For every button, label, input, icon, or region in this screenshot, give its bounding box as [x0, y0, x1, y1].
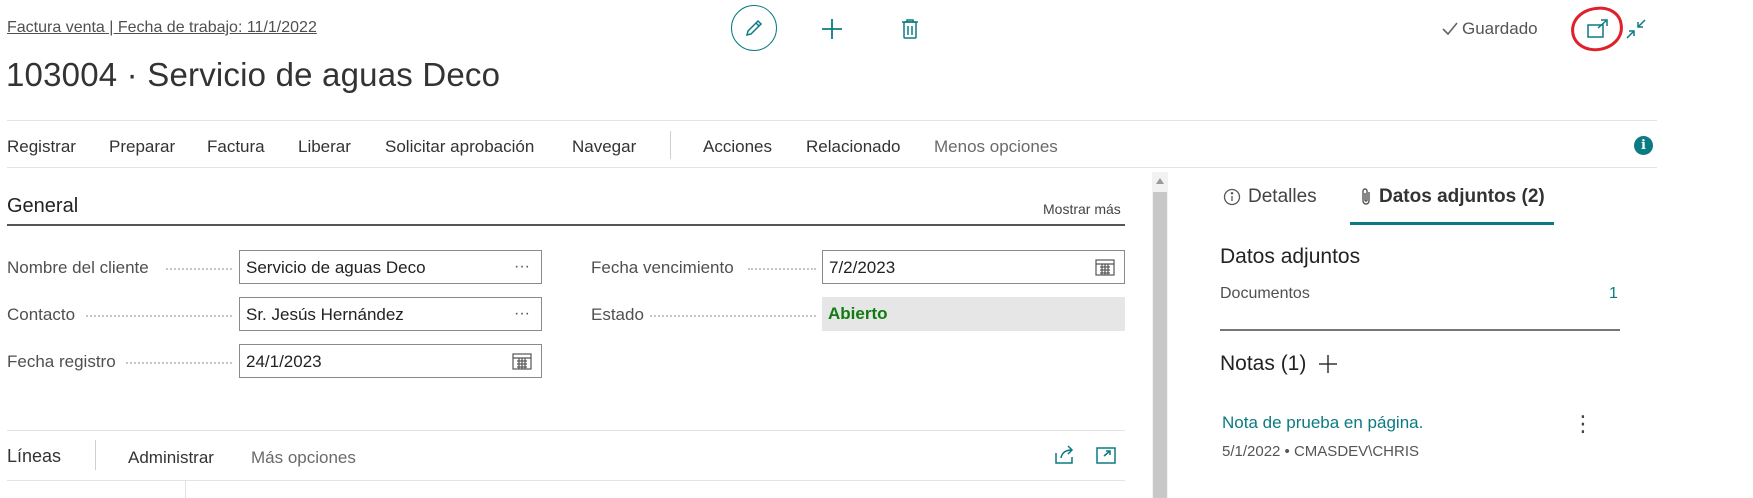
note-meta: 5/1/2022 • CMASDEV\CHRIS: [1222, 443, 1419, 460]
breadcrumb[interactable]: Factura venta | Fecha de trabajo: 11/1/2…: [7, 19, 317, 37]
due-date-field[interactable]: 7/2/2023: [822, 250, 1125, 284]
tab-attachments[interactable]: Datos adjuntos (2): [1360, 186, 1545, 208]
label-leader: [86, 315, 232, 317]
add-note-icon[interactable]: [1318, 354, 1338, 374]
section-divider: [7, 224, 1125, 226]
documents-count[interactable]: 1: [1609, 285, 1618, 303]
annotation-circle: [1568, 3, 1626, 55]
plus-icon: [822, 19, 842, 39]
share-button[interactable]: [1052, 443, 1076, 467]
expand-icon: [1096, 447, 1116, 464]
tab-details[interactable]: Detalles: [1223, 186, 1317, 208]
customer-name-value: Servicio de aguas Deco: [246, 258, 426, 277]
general-section-title[interactable]: General: [7, 195, 78, 218]
status-value: Abierto: [828, 304, 888, 323]
action-solicitar-aprobacion[interactable]: Solicitar aprobación: [385, 137, 534, 157]
calendar-icon[interactable]: [1094, 256, 1116, 278]
collapse-icon: [1626, 19, 1646, 39]
tab-attachments-label: Datos adjuntos (2): [1379, 186, 1545, 207]
action-factura[interactable]: Factura: [207, 137, 265, 157]
saved-status: Guardado: [1442, 19, 1538, 39]
contact-field[interactable]: Sr. Jesús Hernández ···: [239, 297, 542, 331]
new-button[interactable]: [815, 12, 849, 46]
label-leader: [650, 315, 816, 317]
posting-date-value: 24/1/2023: [246, 352, 322, 371]
lines-separator: [95, 440, 96, 470]
share-icon: [1055, 445, 1074, 464]
paperclip-icon: [1362, 188, 1370, 205]
info-icon[interactable]: i: [1634, 136, 1653, 155]
action-separator: [670, 131, 671, 159]
lines-grid-top: [7, 480, 1125, 481]
posting-date-field[interactable]: 24/1/2023: [239, 344, 542, 378]
customer-name-field[interactable]: Servicio de aguas Deco ···: [239, 250, 542, 284]
edit-icon: [745, 19, 763, 37]
lines-grid-column: [185, 481, 186, 498]
lines-section-title[interactable]: Líneas: [7, 446, 61, 467]
active-tab-indicator: [1350, 222, 1554, 225]
lookup-ellipsis-icon[interactable]: ···: [511, 303, 533, 325]
due-date-value: 7/2/2023: [829, 258, 896, 277]
calendar-icon[interactable]: [511, 350, 533, 372]
lookup-ellipsis-icon[interactable]: ···: [511, 256, 533, 278]
status-label: Estado: [591, 305, 644, 324]
saved-label: Guardado: [1462, 19, 1538, 38]
action-navegar[interactable]: Navegar: [572, 137, 636, 157]
status-field: Abierto: [822, 297, 1125, 331]
notes-heading: Notas (1): [1220, 352, 1338, 376]
attachments-heading: Datos adjuntos: [1220, 245, 1361, 268]
expand-button[interactable]: [1094, 443, 1118, 467]
label-leader: [166, 268, 232, 270]
info-circle-icon: [1223, 188, 1241, 206]
documents-label: Documentos: [1220, 285, 1310, 302]
action-bar: Registrar Preparar Factura Liberar Solic…: [7, 120, 1657, 168]
label-leader: [126, 362, 232, 364]
delete-button[interactable]: [893, 12, 927, 46]
contact-label: Contacto: [7, 305, 76, 324]
factbox-divider: [1220, 329, 1620, 331]
checkmark-icon: [1442, 22, 1458, 36]
note-menu-icon[interactable]: ⋮: [1572, 410, 1594, 438]
trash-icon: [902, 19, 918, 39]
action-menos-opciones[interactable]: Menos opciones: [934, 137, 1058, 157]
action-liberar[interactable]: Liberar: [298, 137, 351, 157]
action-acciones[interactable]: Acciones: [703, 137, 772, 157]
collapse-button[interactable]: [1623, 16, 1649, 42]
lines-manage-button[interactable]: Administrar: [128, 448, 214, 468]
tab-details-label: Detalles: [1248, 186, 1317, 207]
label-leader: [748, 268, 816, 270]
lines-divider: [7, 430, 1125, 431]
show-more-link[interactable]: Mostrar más: [1043, 201, 1121, 217]
scrollbar-thumb[interactable]: [1153, 192, 1167, 498]
note-title-link[interactable]: Nota de prueba en página.: [1222, 413, 1423, 433]
customer-name-label: Nombre del cliente: [7, 258, 149, 277]
action-preparar[interactable]: Preparar: [109, 137, 175, 157]
action-registrar[interactable]: Registrar: [7, 137, 76, 157]
due-date-label: Fecha vencimiento: [591, 258, 734, 277]
action-relacionado[interactable]: Relacionado: [806, 137, 901, 157]
contact-value: Sr. Jesús Hernández: [246, 305, 404, 324]
lines-more-options-button[interactable]: Más opciones: [251, 448, 356, 468]
posting-date-label: Fecha registro: [7, 352, 116, 371]
page-title: 103004 · Servicio de aguas Deco: [6, 56, 501, 93]
edit-button[interactable]: [731, 5, 777, 51]
scroll-up-arrow-icon[interactable]: [1153, 174, 1167, 188]
notes-heading-label: Notas (1): [1220, 352, 1307, 375]
